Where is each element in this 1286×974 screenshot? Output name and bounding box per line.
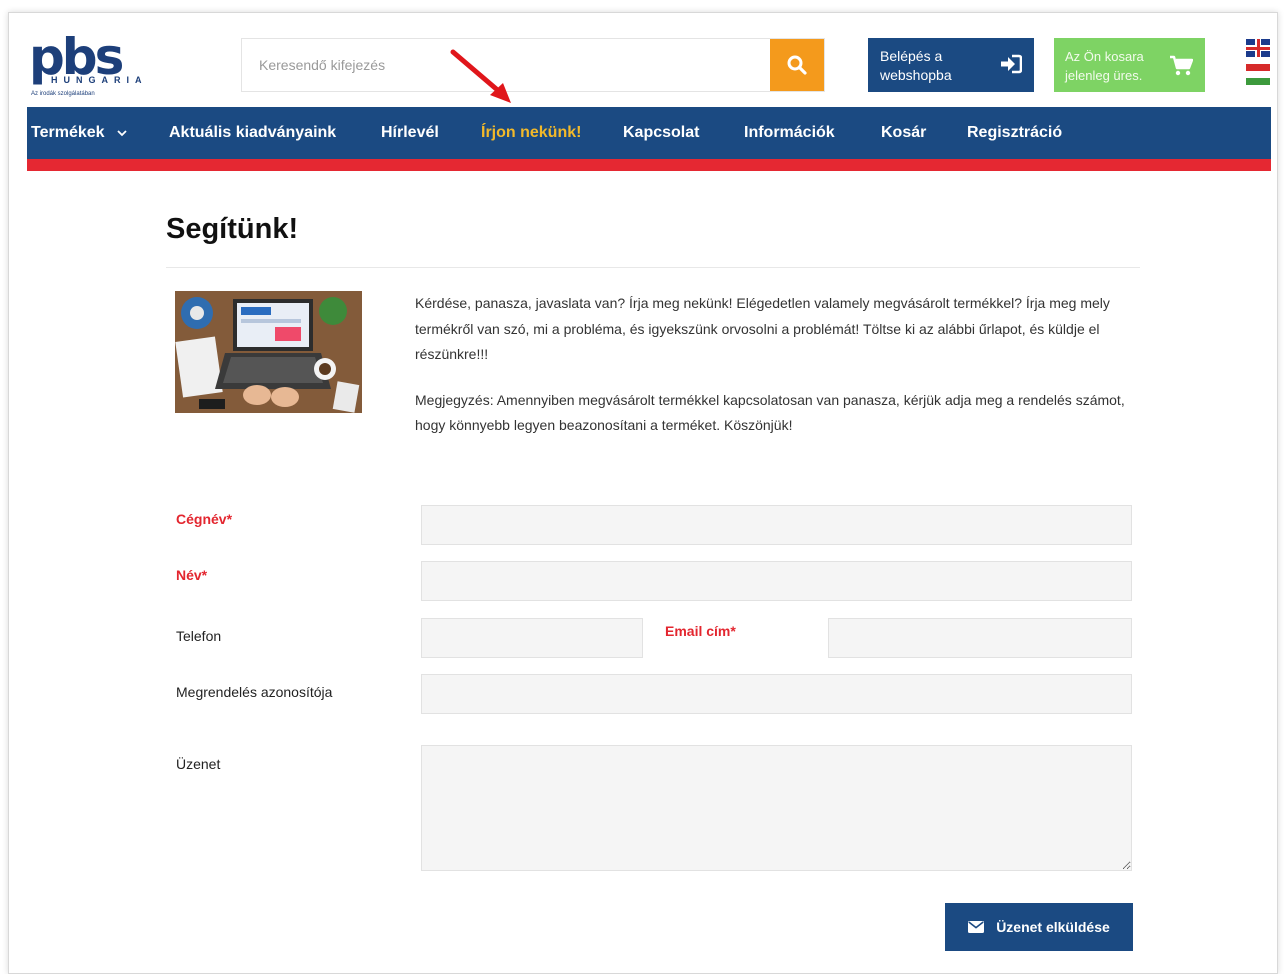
nav-item-registration[interactable]: Regisztráció <box>967 107 1062 159</box>
send-message-label: Üzenet elküldése <box>996 919 1110 935</box>
nav-item-contact[interactable]: Kapcsolat <box>623 107 699 159</box>
intro-paragraph: Kérdése, panasza, javaslata van? Írja me… <box>415 295 1110 362</box>
nav-item-cart[interactable]: Kosár <box>881 107 926 159</box>
email-label: Email cím* <box>665 623 736 639</box>
laptop-desk-image <box>175 291 362 413</box>
pbs-logo[interactable]: pbs HUNGARIA Az irodák szolgálatában <box>29 31 169 103</box>
logo-tagline: Az irodák szolgálatában <box>31 91 95 97</box>
nav-item-newsletter[interactable]: Hírlevél <box>381 107 439 159</box>
login-button[interactable]: Belépés a webshopba <box>868 38 1034 92</box>
order-id-field[interactable] <box>421 674 1132 714</box>
hungarian-flag-icon[interactable] <box>1246 64 1270 85</box>
send-message-button[interactable]: Üzenet elküldése <box>945 903 1133 951</box>
name-field[interactable] <box>421 561 1132 601</box>
note-paragraph: Megjegyzés: Amennyiben megvásárolt termé… <box>415 391 1125 434</box>
nav-item-label: Írjon nekünk! <box>481 124 582 141</box>
nav-accent-bar <box>27 159 1271 171</box>
chevron-down-icon <box>117 130 127 137</box>
nav-item-write-us[interactable]: Írjon nekünk! <box>481 107 581 159</box>
search-button[interactable] <box>770 39 824 91</box>
search-icon <box>787 55 807 75</box>
login-button-label: Belépés a webshopba <box>880 48 952 83</box>
page-title: Segítünk! <box>166 213 299 245</box>
email-field[interactable] <box>828 618 1132 658</box>
cart-icon <box>1170 55 1193 76</box>
search-bar <box>241 38 825 92</box>
nav-item-publications[interactable]: Aktuális kiadványaink <box>169 107 336 159</box>
cart-status-text: Az Ön kosara jelenleg üres. <box>1065 49 1144 83</box>
nav-item-label: Aktuális kiadványaink <box>169 124 337 141</box>
english-flag-icon[interactable] <box>1246 39 1270 57</box>
company-label: Cégnév* <box>176 511 233 527</box>
nav-item-information[interactable]: Információk <box>744 107 835 159</box>
nav-item-label: Kosár <box>881 124 927 141</box>
phone-label: Telefon <box>176 628 222 644</box>
envelope-icon <box>968 921 985 933</box>
nav-item-products[interactable]: Termékek <box>31 107 127 159</box>
sign-in-icon <box>1001 54 1022 74</box>
cart-button[interactable]: Az Ön kosara jelenleg üres. <box>1054 38 1205 92</box>
page-frame: pbs HUNGARIA Az irodák szolgálatában Bel… <box>8 12 1278 974</box>
main-nav: Termékek Aktuális kiadványaink Hírlevél … <box>27 107 1271 159</box>
annotation-arrow-icon <box>450 49 511 103</box>
phone-field[interactable] <box>421 618 643 658</box>
nav-item-label: Regisztráció <box>967 124 1063 141</box>
title-divider <box>166 267 1140 268</box>
order-id-label: Megrendelés azonosítója <box>176 684 333 700</box>
name-label: Név* <box>176 567 208 583</box>
language-switcher <box>1246 39 1270 85</box>
nav-item-label: Információk <box>744 124 835 141</box>
message-field[interactable] <box>421 745 1132 871</box>
intro-text: Kérdése, panasza, javaslata van? Írja me… <box>415 291 1151 439</box>
company-field[interactable] <box>421 505 1132 545</box>
nav-item-label: Kapcsolat <box>623 124 700 141</box>
message-label: Üzenet <box>176 756 221 772</box>
nav-item-label: Termékek <box>31 124 105 141</box>
nav-item-label: Hírlevél <box>381 124 439 141</box>
logo-subtext: HUNGARIA <box>51 75 148 85</box>
